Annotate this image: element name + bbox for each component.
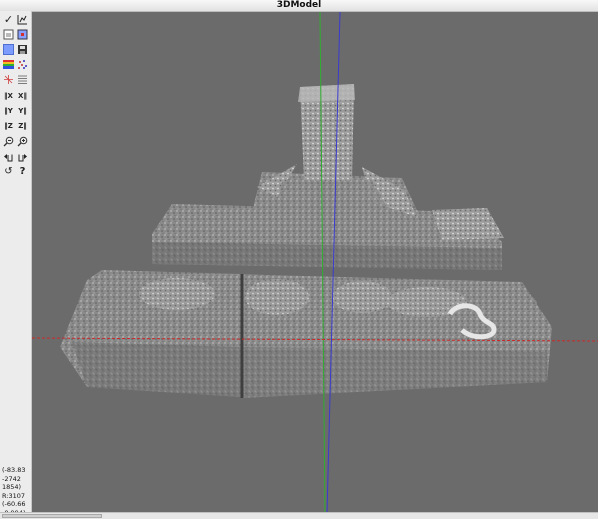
zoom-out-icon[interactable]: [2, 135, 15, 148]
coord-y: -2742: [2, 474, 21, 483]
chart-icon[interactable]: [16, 13, 29, 26]
confirm-icon[interactable]: ✓: [2, 13, 15, 26]
reset-view-icon[interactable]: ↺: [2, 165, 15, 178]
coordinate-readout: (-83.83 -2742 1854) R:3107 (-60.66 -0.99…: [2, 466, 30, 518]
target-icon[interactable]: [16, 28, 29, 41]
view-settings-icon[interactable]: [2, 28, 15, 41]
mound: [139, 278, 215, 310]
lines-icon[interactable]: [16, 73, 29, 86]
save-icon[interactable]: [16, 43, 29, 56]
scrollbar-thumb[interactable]: [2, 514, 102, 518]
tower-top: [298, 84, 355, 102]
model-render: [32, 12, 598, 512]
point-cloud-icon[interactable]: [16, 58, 29, 71]
rotate-x-left-icon[interactable]: ‖X: [2, 90, 15, 103]
right-step: [432, 208, 504, 240]
coord-r: R:3107: [2, 491, 26, 500]
mound: [387, 287, 467, 317]
tower-base: [272, 180, 392, 220]
mound: [332, 281, 392, 313]
rotate-y-right-icon[interactable]: Y‖: [16, 105, 29, 118]
rotate-z-right-icon[interactable]: Z‖: [16, 120, 29, 133]
base-slab-left-front: [72, 342, 242, 397]
zoom-in-icon[interactable]: [16, 135, 29, 148]
coord-z: 1854): [2, 483, 22, 492]
rotate-y-left-icon[interactable]: ‖Y: [2, 105, 15, 118]
axes-icon[interactable]: [2, 73, 15, 86]
colormap-icon[interactable]: [2, 58, 15, 71]
pan-left-icon[interactable]: [2, 150, 15, 163]
mound: [245, 279, 309, 315]
3d-viewport[interactable]: [32, 12, 598, 512]
window-title: 3DModel: [0, 0, 598, 12]
coord-nx: (-60.66: [2, 500, 26, 509]
rotate-z-left-icon[interactable]: ‖Z: [2, 120, 15, 133]
coord-x: (-83.83: [2, 466, 26, 474]
help-icon[interactable]: ?: [16, 165, 29, 178]
base-slab-right-front: [242, 347, 547, 398]
left-toolbar: ✓ ‖X X‖ ‖Y Y‖ ‖Z Z‖ ↺ ? (-83.83 -2742 18…: [0, 11, 32, 517]
pan-right-icon[interactable]: [16, 150, 29, 163]
fill-color-icon[interactable]: [2, 43, 15, 56]
rotate-x-right-icon[interactable]: X‖: [16, 90, 29, 103]
